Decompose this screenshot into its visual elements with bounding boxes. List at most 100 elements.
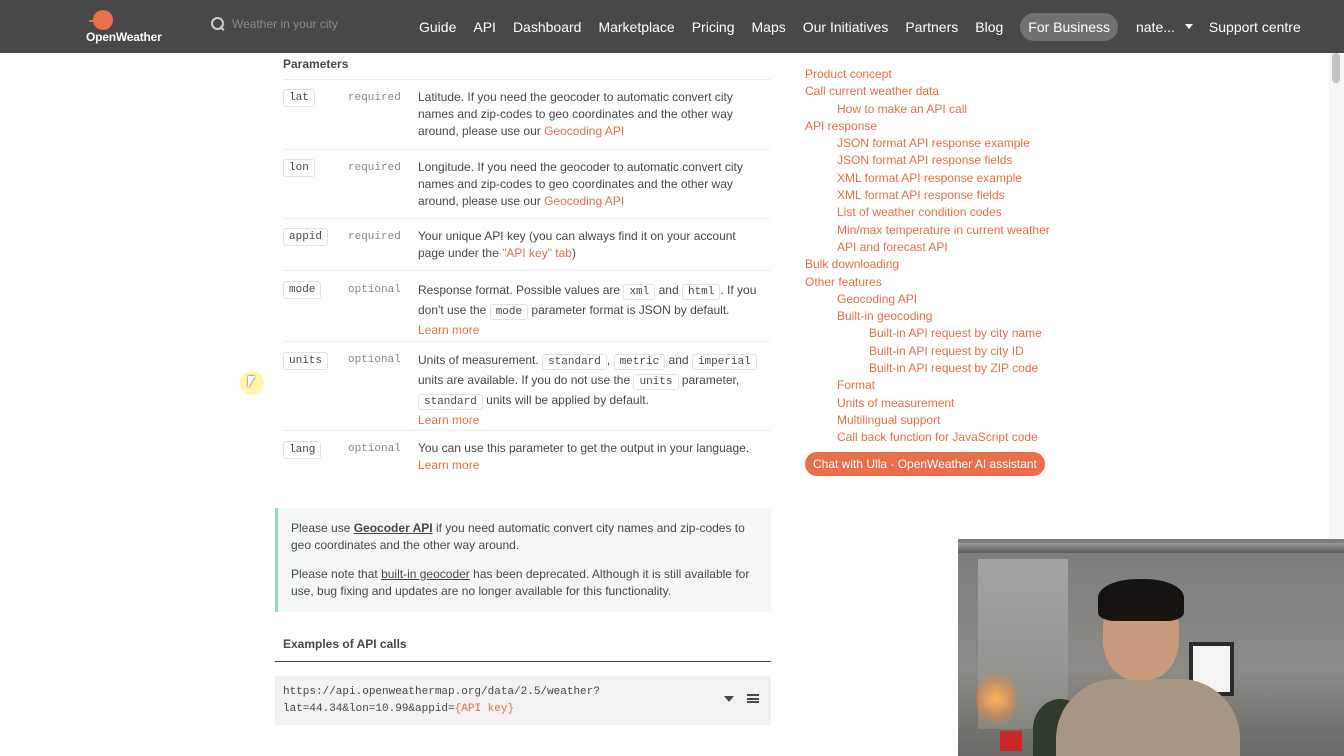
toc-item[interactable]: XML format API response fields (805, 187, 1095, 204)
built-in-geocoder-link[interactable]: built-in geocoder (381, 567, 470, 581)
toc-item[interactable]: Geocoding API (805, 291, 1095, 308)
description-text: parameter format is JSON by default. (528, 303, 730, 317)
toc-item[interactable]: Product concept (805, 66, 1095, 83)
search-box (210, 16, 382, 32)
param-row-lang: lang optional You can use this parameter… (283, 430, 770, 482)
code-units: units (633, 374, 679, 390)
toc-item[interactable]: Built-in API request by city name (805, 325, 1095, 342)
param-row-mode: mode optional Response format. Possible … (283, 270, 770, 341)
toc-item[interactable]: JSON format API response example (805, 135, 1095, 152)
code-controls (724, 694, 759, 703)
nav-blog[interactable]: Blog (975, 19, 1003, 35)
description-text: and (668, 353, 689, 367)
presenter-body (1056, 679, 1240, 756)
toc-item[interactable]: List of weather condition codes (805, 204, 1095, 221)
description-text: Units of measurement. (418, 353, 543, 367)
ceiling-pipe (958, 543, 1344, 553)
toc-item[interactable]: Other features (805, 274, 1095, 291)
nav-guide[interactable]: Guide (419, 19, 456, 35)
code-standard: standard (418, 394, 483, 410)
description-text: and (658, 283, 679, 297)
geocoder-api-link[interactable]: Geocoder API (354, 521, 433, 535)
user-menu[interactable]: nate... (1136, 19, 1193, 35)
toc-item[interactable]: Units of measurement (805, 395, 1095, 412)
mouse-cursor-highlight (240, 371, 264, 395)
toc-item[interactable]: XML format API response example (805, 170, 1095, 187)
openweather-logo[interactable]: OpenWeather (86, 10, 166, 44)
code-xml: xml (623, 284, 656, 300)
logo-stripe (89, 20, 109, 24)
search-icon[interactable] (210, 16, 226, 32)
api-key-placeholder: {API key} (454, 703, 515, 715)
param-name: appid (283, 228, 329, 246)
menu-lines-icon[interactable] (747, 694, 759, 703)
code-imperial: imperial (691, 354, 757, 370)
nav-marketplace[interactable]: Marketplace (598, 19, 674, 35)
toc-item[interactable]: Built-in geocoding (805, 308, 1095, 325)
code-metric: metric (613, 354, 666, 370)
param-name: units (283, 352, 329, 370)
description-text: You can use this parameter to get the ou… (418, 441, 750, 455)
param-description: Response format. Possible values are xml… (418, 281, 763, 339)
description-text: , (606, 353, 611, 367)
chat-with-ulla-button[interactable]: Chat with Ulla - OpenWeather AI assistan… (805, 452, 1045, 476)
learn-more-link[interactable]: Learn more (418, 413, 479, 427)
toc-item[interactable]: How to make an API call (805, 101, 1095, 118)
learn-more-link[interactable]: Learn more (418, 458, 479, 472)
nav-our-initiatives[interactable]: Our Initiatives (803, 19, 889, 35)
nav-dashboard[interactable]: Dashboard (513, 19, 582, 35)
webcam-overlay (958, 539, 1344, 756)
nav-api[interactable]: API (473, 19, 496, 35)
param-name: lon (283, 159, 315, 177)
param-description: Units of measurement. standard, metric a… (418, 351, 763, 429)
param-requirement: required (348, 231, 401, 243)
toc-item[interactable]: Multilingual support (805, 412, 1095, 429)
description-text: Response format. Possible values are (418, 283, 624, 297)
geocoding-api-link[interactable]: Geocoding API (544, 124, 624, 138)
for-business-button[interactable]: For Business (1020, 12, 1118, 41)
param-name: lang (283, 441, 322, 459)
toc-item[interactable]: Bulk downloading (805, 256, 1095, 273)
param-requirement: optional (348, 443, 401, 455)
note-text: Please note that (291, 567, 382, 581)
nav-support-centre[interactable]: Support centre (1209, 19, 1301, 35)
toc-item[interactable]: API and forecast API (805, 239, 1095, 256)
description-text: Your unique API key (you can always find… (418, 229, 736, 260)
param-requirement: required (348, 92, 401, 104)
search-input[interactable] (232, 17, 382, 31)
param-name: mode (283, 281, 322, 299)
toc-item[interactable]: Format (805, 377, 1095, 394)
toc-item[interactable]: API response (805, 118, 1095, 135)
example-code-block[interactable]: https://api.openweathermap.org/data/2.5/… (275, 676, 771, 725)
code-mode: mode (489, 304, 529, 320)
table-of-contents: Product concept Call current weather dat… (805, 66, 1095, 447)
toc-item[interactable]: JSON format API response fields (805, 152, 1095, 169)
nav-pricing[interactable]: Pricing (692, 19, 735, 35)
description-text: units will be applied by default. (482, 393, 649, 407)
note-paragraph: Please note that built-in geocoder has b… (291, 566, 759, 600)
param-description: Latitude. If you need the geocoder to au… (418, 89, 763, 140)
code-line: https://api.openweathermap.org/data/2.5/… (283, 686, 600, 698)
geocoder-note: Please use Geocoder API if you need auto… (275, 508, 771, 612)
scrollbar-thumb[interactable] (1332, 53, 1340, 83)
expand-triangle-icon[interactable] (724, 695, 734, 702)
toc-item[interactable]: Built-in API request by ZIP code (805, 360, 1095, 377)
nav-maps[interactable]: Maps (752, 19, 786, 35)
param-row-lon: lon required Longitude. If you need the … (283, 149, 770, 218)
nav-partners[interactable]: Partners (905, 19, 958, 35)
parameters-table: lat required Latitude. If you need the g… (283, 79, 770, 482)
geocoding-api-link[interactable]: Geocoding API (544, 194, 624, 208)
logo-text: OpenWeather (86, 30, 162, 44)
top-navigation-bar: OpenWeather Guide API Dashboard Marketpl… (0, 0, 1344, 53)
param-name: lat (283, 89, 315, 107)
code-line: lat=44.34&lon=10.99&appid={API key} (283, 701, 763, 718)
param-requirement: optional (348, 284, 401, 296)
toc-item[interactable]: Built-in API request by city ID (805, 343, 1095, 360)
note-paragraph: Please use Geocoder API if you need auto… (291, 520, 759, 554)
api-key-tab-link[interactable]: "API key" tab (502, 246, 572, 260)
toc-item[interactable]: Min/max temperature in current weather (805, 222, 1095, 239)
param-description: You can use this parameter to get the ou… (418, 440, 763, 474)
toc-item[interactable]: Call back function for JavaScript code (805, 429, 1095, 446)
toc-item[interactable]: Call current weather data (805, 83, 1095, 100)
learn-more-link[interactable]: Learn more (418, 323, 479, 337)
